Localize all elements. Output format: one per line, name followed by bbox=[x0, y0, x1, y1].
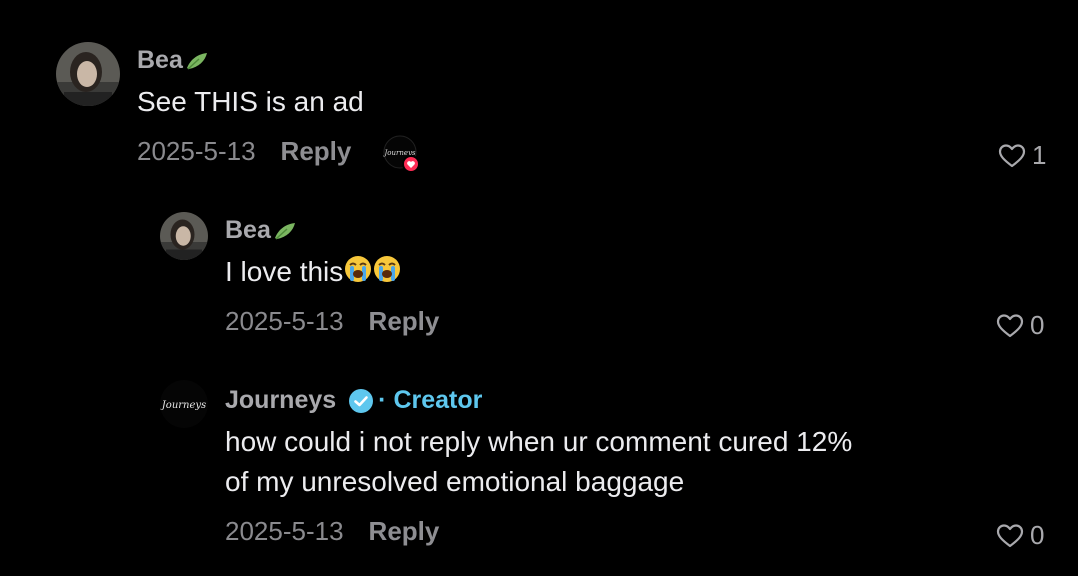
comment-meta: 2025-5-13 Reply bbox=[137, 136, 351, 167]
heart-outline-icon bbox=[998, 143, 1026, 167]
like-count: 1 bbox=[1032, 140, 1047, 170]
heart-outline-icon bbox=[996, 523, 1024, 547]
comment-text-line: how could i not reply when ur comment cu… bbox=[225, 426, 853, 457]
creator-badge: · Creator bbox=[378, 386, 483, 414]
reply-button[interactable]: Reply bbox=[281, 136, 352, 167]
like-button[interactable]: 1 bbox=[998, 140, 1046, 171]
reply-button[interactable]: Reply bbox=[369, 516, 440, 547]
comment-text-line: of my unresolved emotional baggage bbox=[225, 466, 685, 497]
comment-meta: 2025-5-13 Reply bbox=[225, 306, 439, 337]
comment-date: 2025-5-13 bbox=[225, 516, 344, 546]
comment-thread: Bea See THIS is an ad 2025-5-13 Reply Jo… bbox=[0, 0, 1078, 576]
comment-date: 2025-5-13 bbox=[137, 136, 256, 166]
leaf-icon bbox=[185, 50, 209, 72]
loudly-crying-face-icon bbox=[344, 254, 372, 294]
comment-date: 2025-5-13 bbox=[225, 306, 344, 336]
like-button[interactable]: 0 bbox=[996, 520, 1044, 551]
avatar[interactable] bbox=[56, 42, 120, 106]
comment-text: See THIS is an ad bbox=[137, 86, 364, 117]
like-button[interactable]: 0 bbox=[996, 310, 1044, 341]
comment-text: how could i not reply when ur comment cu… bbox=[225, 422, 852, 502]
comment-username[interactable]: Journeys · Creator bbox=[225, 386, 482, 415]
heart-outline-icon bbox=[996, 313, 1024, 337]
leaf-icon bbox=[273, 220, 297, 242]
comment-meta: 2025-5-13 Reply bbox=[225, 516, 439, 547]
comment-username[interactable]: Bea bbox=[137, 46, 209, 75]
reply-button[interactable]: Reply bbox=[369, 306, 440, 337]
avatar[interactable]: Journeys bbox=[160, 380, 208, 428]
creator-liked-badge: Journeys bbox=[382, 135, 421, 173]
like-count: 0 bbox=[1030, 310, 1045, 340]
svg-text:Journeys: Journeys bbox=[160, 400, 206, 411]
avatar[interactable] bbox=[160, 212, 208, 260]
verified-badge-icon bbox=[348, 388, 374, 414]
loudly-crying-face-icon bbox=[373, 254, 401, 294]
comment-text: I love this bbox=[225, 252, 401, 294]
comment-username[interactable]: Bea bbox=[225, 216, 297, 245]
like-count: 0 bbox=[1030, 520, 1045, 550]
